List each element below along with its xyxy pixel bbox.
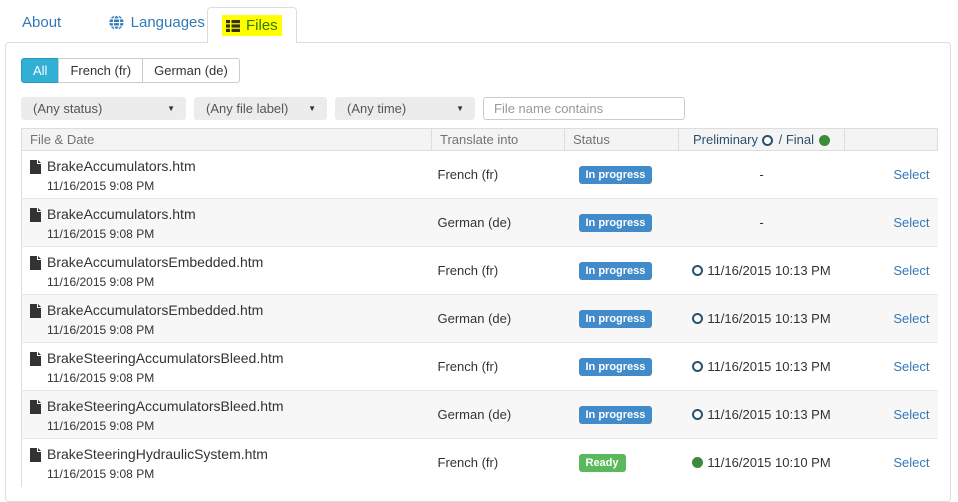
file-label-dropdown[interactable]: (Any file label) ▼ xyxy=(194,97,327,120)
file-name: BrakeAccumulatorsEmbedded.htm xyxy=(47,302,263,319)
file-icon xyxy=(30,256,41,270)
translate-into-value: German (de) xyxy=(432,199,565,247)
preliminary-circle-icon xyxy=(692,313,703,324)
file-icon xyxy=(30,304,41,318)
filters-row: (Any status) ▼ (Any file label) ▼ (Any t… xyxy=(21,97,935,120)
preliminary-value: 11/16/2015 10:10 PM xyxy=(707,455,830,470)
header-preliminary-final: Preliminary / Final xyxy=(679,129,845,151)
file-icon xyxy=(30,160,41,174)
tab-languages[interactable]: Languages xyxy=(109,14,205,31)
file-icon xyxy=(30,400,41,414)
header-file-date: File & Date xyxy=(22,129,432,151)
file-icon xyxy=(30,208,41,222)
file-date: 11/16/2015 9:08 PM xyxy=(47,371,424,385)
tab-about-label: About xyxy=(22,14,61,31)
translate-into-value: German (de) xyxy=(432,295,565,343)
table-row: BrakeSteeringHydraulicSystem.htm 11/16/2… xyxy=(22,439,938,487)
translate-into-value: French (fr) xyxy=(432,247,565,295)
files-table: File & Date Translate into Status Prelim… xyxy=(21,128,938,487)
status-badge: Ready xyxy=(579,454,626,472)
select-link[interactable]: Select xyxy=(893,215,929,230)
file-date: 11/16/2015 9:08 PM xyxy=(47,467,424,481)
preliminary-value: 11/16/2015 10:13 PM xyxy=(707,311,830,326)
globe-icon xyxy=(109,15,124,30)
select-link[interactable]: Select xyxy=(893,407,929,422)
filter-all-button[interactable]: All xyxy=(21,58,59,83)
status-badge: In progress xyxy=(579,310,653,328)
files-list-icon xyxy=(226,20,240,32)
preliminary-value: 11/16/2015 10:13 PM xyxy=(707,359,830,374)
select-link[interactable]: Select xyxy=(893,263,929,278)
table-row: BrakeAccumulators.htm 11/16/2015 9:08 PM… xyxy=(22,151,938,199)
tab-files-highlight: Files xyxy=(222,15,282,36)
preliminary-value: - xyxy=(679,151,845,199)
select-link[interactable]: Select xyxy=(893,167,929,182)
status-dropdown[interactable]: (Any status) ▼ xyxy=(21,97,186,120)
file-name: BrakeSteeringHydraulicSystem.htm xyxy=(47,446,268,463)
final-circle-icon xyxy=(819,135,830,146)
header-status: Status xyxy=(565,129,679,151)
preliminary-circle-icon xyxy=(692,265,703,276)
file-label-dropdown-value: (Any file label) xyxy=(206,101,288,116)
chevron-down-icon: ▼ xyxy=(308,104,316,113)
status-badge: In progress xyxy=(579,214,653,232)
chevron-down-icon: ▼ xyxy=(167,104,175,113)
preliminary-value: 11/16/2015 10:13 PM xyxy=(707,407,830,422)
header-translate-into: Translate into xyxy=(432,129,565,151)
file-date: 11/16/2015 9:08 PM xyxy=(47,323,424,337)
tab-about[interactable]: About xyxy=(22,14,61,31)
final-circle-icon xyxy=(692,457,703,468)
status-badge: In progress xyxy=(579,406,653,424)
preliminary-circle-icon xyxy=(692,361,703,372)
file-name: BrakeAccumulators.htm xyxy=(47,158,196,175)
files-panel: All French (fr) German (de) (Any status)… xyxy=(5,42,951,502)
header-actions xyxy=(845,129,938,151)
chevron-down-icon: ▼ xyxy=(456,104,464,113)
tab-languages-label: Languages xyxy=(131,14,205,31)
time-dropdown-value: (Any time) xyxy=(347,101,406,116)
file-icon xyxy=(30,352,41,366)
file-date: 11/16/2015 9:08 PM xyxy=(47,275,424,289)
table-row: BrakeSteeringAccumulatorsBleed.htm 11/16… xyxy=(22,343,938,391)
file-icon xyxy=(30,448,41,462)
select-link[interactable]: Select xyxy=(893,455,929,470)
preliminary-value: - xyxy=(679,199,845,247)
preliminary-circle-icon xyxy=(692,409,703,420)
tab-files[interactable]: Files xyxy=(207,7,297,43)
language-filter-group: All French (fr) German (de) xyxy=(21,58,240,83)
translate-into-value: French (fr) xyxy=(432,439,565,487)
table-header-row: File & Date Translate into Status Prelim… xyxy=(22,129,938,151)
translate-into-value: French (fr) xyxy=(432,151,565,199)
time-dropdown[interactable]: (Any time) ▼ xyxy=(335,97,475,120)
file-name-search-input[interactable] xyxy=(483,97,685,120)
file-date: 11/16/2015 9:08 PM xyxy=(47,419,424,433)
filter-french-button[interactable]: French (fr) xyxy=(58,58,143,83)
select-link[interactable]: Select xyxy=(893,359,929,374)
preliminary-value: 11/16/2015 10:13 PM xyxy=(707,263,830,278)
preliminary-circle-icon xyxy=(762,135,773,146)
filter-german-button[interactable]: German (de) xyxy=(142,58,240,83)
tab-bar: About Languages Files xyxy=(0,0,958,42)
status-badge: In progress xyxy=(579,166,653,184)
translate-into-value: French (fr) xyxy=(432,343,565,391)
file-name: BrakeSteeringAccumulatorsBleed.htm xyxy=(47,350,284,367)
file-date: 11/16/2015 9:08 PM xyxy=(47,179,424,193)
tab-files-label: Files xyxy=(246,17,278,34)
file-name: BrakeAccumulators.htm xyxy=(47,206,196,223)
select-link[interactable]: Select xyxy=(893,311,929,326)
table-row: BrakeSteeringAccumulatorsBleed.htm 11/16… xyxy=(22,391,938,439)
file-name: BrakeAccumulatorsEmbedded.htm xyxy=(47,254,263,271)
table-row: BrakeAccumulators.htm 11/16/2015 9:08 PM… xyxy=(22,199,938,247)
status-badge: In progress xyxy=(579,358,653,376)
file-name: BrakeSteeringAccumulatorsBleed.htm xyxy=(47,398,284,415)
file-date: 11/16/2015 9:08 PM xyxy=(47,227,424,241)
status-badge: In progress xyxy=(579,262,653,280)
table-row: BrakeAccumulatorsEmbedded.htm 11/16/2015… xyxy=(22,295,938,343)
table-row: BrakeAccumulatorsEmbedded.htm 11/16/2015… xyxy=(22,247,938,295)
status-dropdown-value: (Any status) xyxy=(33,101,102,116)
translate-into-value: German (de) xyxy=(432,391,565,439)
